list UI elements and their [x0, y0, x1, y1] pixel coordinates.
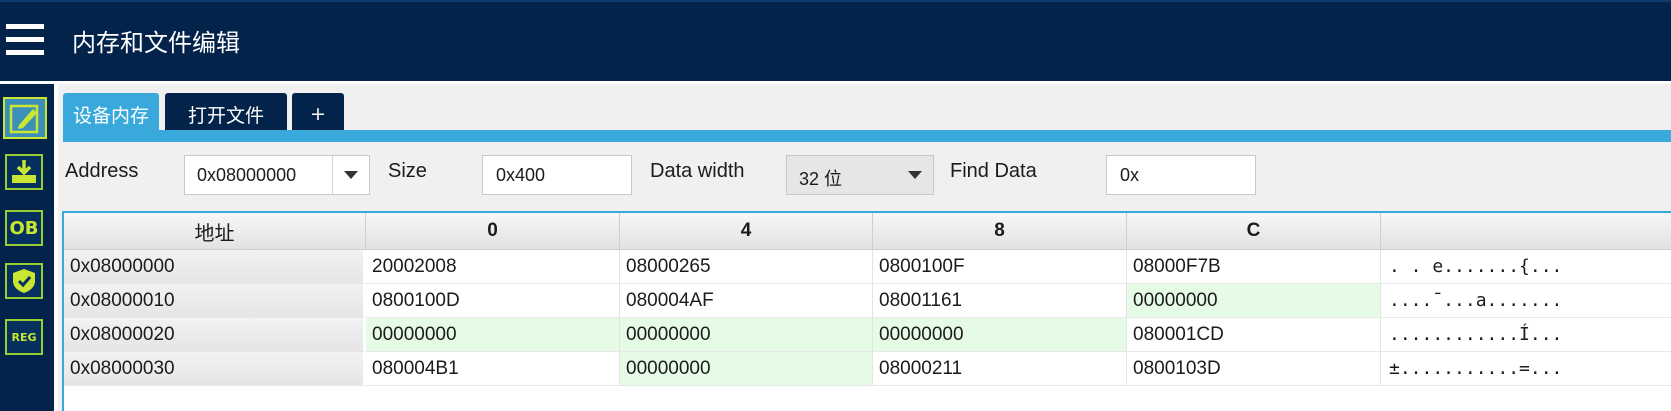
column-header-8[interactable]: 8	[873, 213, 1127, 249]
data-width-label: Data width	[650, 160, 745, 182]
data-cell[interactable]: 08000211	[873, 352, 1127, 386]
address-cell: 0x08000020	[64, 318, 366, 352]
data-cell[interactable]: 0800100D	[366, 284, 620, 318]
memory-table: 地址 0 4 8 C 0x08000000 20002008 08000265 …	[62, 211, 1671, 411]
sidebar-item-registers[interactable]: REG	[5, 319, 43, 355]
data-cell[interactable]: 00000000	[1127, 284, 1381, 318]
data-cell[interactable]: 00000000	[873, 318, 1127, 352]
column-header-4[interactable]: 4	[620, 213, 873, 249]
table-row[interactable]: 0x08000030 080004B1 00000000 08000211 08…	[64, 352, 1671, 386]
data-width-value: 32 位	[799, 169, 843, 189]
table-row[interactable]: 0x08000000 20002008 08000265 0800100F 08…	[64, 250, 1671, 284]
column-header-c[interactable]: C	[1127, 213, 1381, 249]
sidebar: OB REG	[0, 84, 54, 411]
address-combobox[interactable]: 0x08000000	[184, 155, 370, 195]
data-cell[interactable]: 08000265	[620, 250, 873, 284]
sidebar-item-security[interactable]	[5, 263, 43, 299]
reg-icon: REG	[11, 330, 37, 344]
data-cell[interactable]: 00000000	[620, 352, 873, 386]
column-header-address[interactable]: 地址	[64, 213, 366, 249]
find-data-label: Find Data	[950, 160, 1037, 182]
tab-open-file[interactable]: 打开文件	[165, 93, 287, 135]
app-header: 内存和文件编辑	[0, 0, 1671, 81]
download-icon	[10, 158, 38, 186]
sidebar-item-memory-edit[interactable]	[3, 97, 47, 139]
ascii-cell: ............Í...	[1381, 318, 1671, 352]
edit-icon	[8, 101, 42, 135]
table-row[interactable]: 0x08000010 0800100D 080004AF 08001161 00…	[64, 284, 1671, 318]
data-cell[interactable]: 0800100F	[873, 250, 1127, 284]
sidebar-item-option-bytes[interactable]: OB	[5, 210, 43, 246]
column-header-ascii	[1381, 213, 1671, 249]
address-cell: 0x08000010	[64, 284, 366, 318]
data-cell[interactable]: 00000000	[366, 318, 620, 352]
column-header-0[interactable]: 0	[366, 213, 620, 249]
main-panel: 设备内存 打开文件 + Address 0x08000000 Size Data…	[58, 84, 1671, 411]
shield-icon	[10, 267, 38, 295]
table-header: 地址 0 4 8 C	[64, 213, 1671, 250]
ascii-cell: ....¯...a.......	[1381, 284, 1671, 318]
data-cell[interactable]: 08001161	[873, 284, 1127, 318]
tab-bar: 设备内存 打开文件 +	[63, 93, 1671, 135]
size-label: Size	[388, 160, 427, 182]
address-label: Address	[65, 160, 139, 182]
table-row[interactable]: 0x08000020 00000000 00000000 00000000 08…	[64, 318, 1671, 352]
data-cell[interactable]: 00000000	[620, 318, 873, 352]
tab-add[interactable]: +	[292, 93, 344, 135]
address-cell: 0x08000000	[64, 250, 366, 284]
chevron-down-icon[interactable]	[332, 156, 369, 194]
menu-icon[interactable]	[6, 24, 44, 58]
ascii-cell: . . e.......{...	[1381, 250, 1671, 284]
find-data-input[interactable]	[1106, 155, 1256, 195]
toolbar: Address 0x08000000 Size Data width 32 位 …	[58, 152, 1671, 198]
data-cell[interactable]: 08000F7B	[1127, 250, 1381, 284]
address-value: 0x08000000	[197, 165, 297, 185]
chevron-down-icon[interactable]	[897, 156, 933, 194]
page-title: 内存和文件编辑	[72, 29, 240, 57]
data-cell[interactable]: 0800103D	[1127, 352, 1381, 386]
ascii-cell: ±...........=...	[1381, 352, 1671, 386]
ob-icon: OB	[9, 217, 39, 239]
address-cell: 0x08000030	[64, 352, 366, 386]
data-cell[interactable]: 080001CD	[1127, 318, 1381, 352]
data-width-select[interactable]: 32 位	[786, 155, 934, 195]
tab-device-memory[interactable]: 设备内存	[63, 93, 159, 135]
size-input[interactable]	[482, 155, 632, 195]
data-cell[interactable]: 080004AF	[620, 284, 873, 318]
sidebar-item-download[interactable]	[5, 154, 43, 190]
tab-underline	[63, 130, 1671, 142]
data-cell[interactable]: 20002008	[366, 250, 620, 284]
data-cell[interactable]: 080004B1	[366, 352, 620, 386]
